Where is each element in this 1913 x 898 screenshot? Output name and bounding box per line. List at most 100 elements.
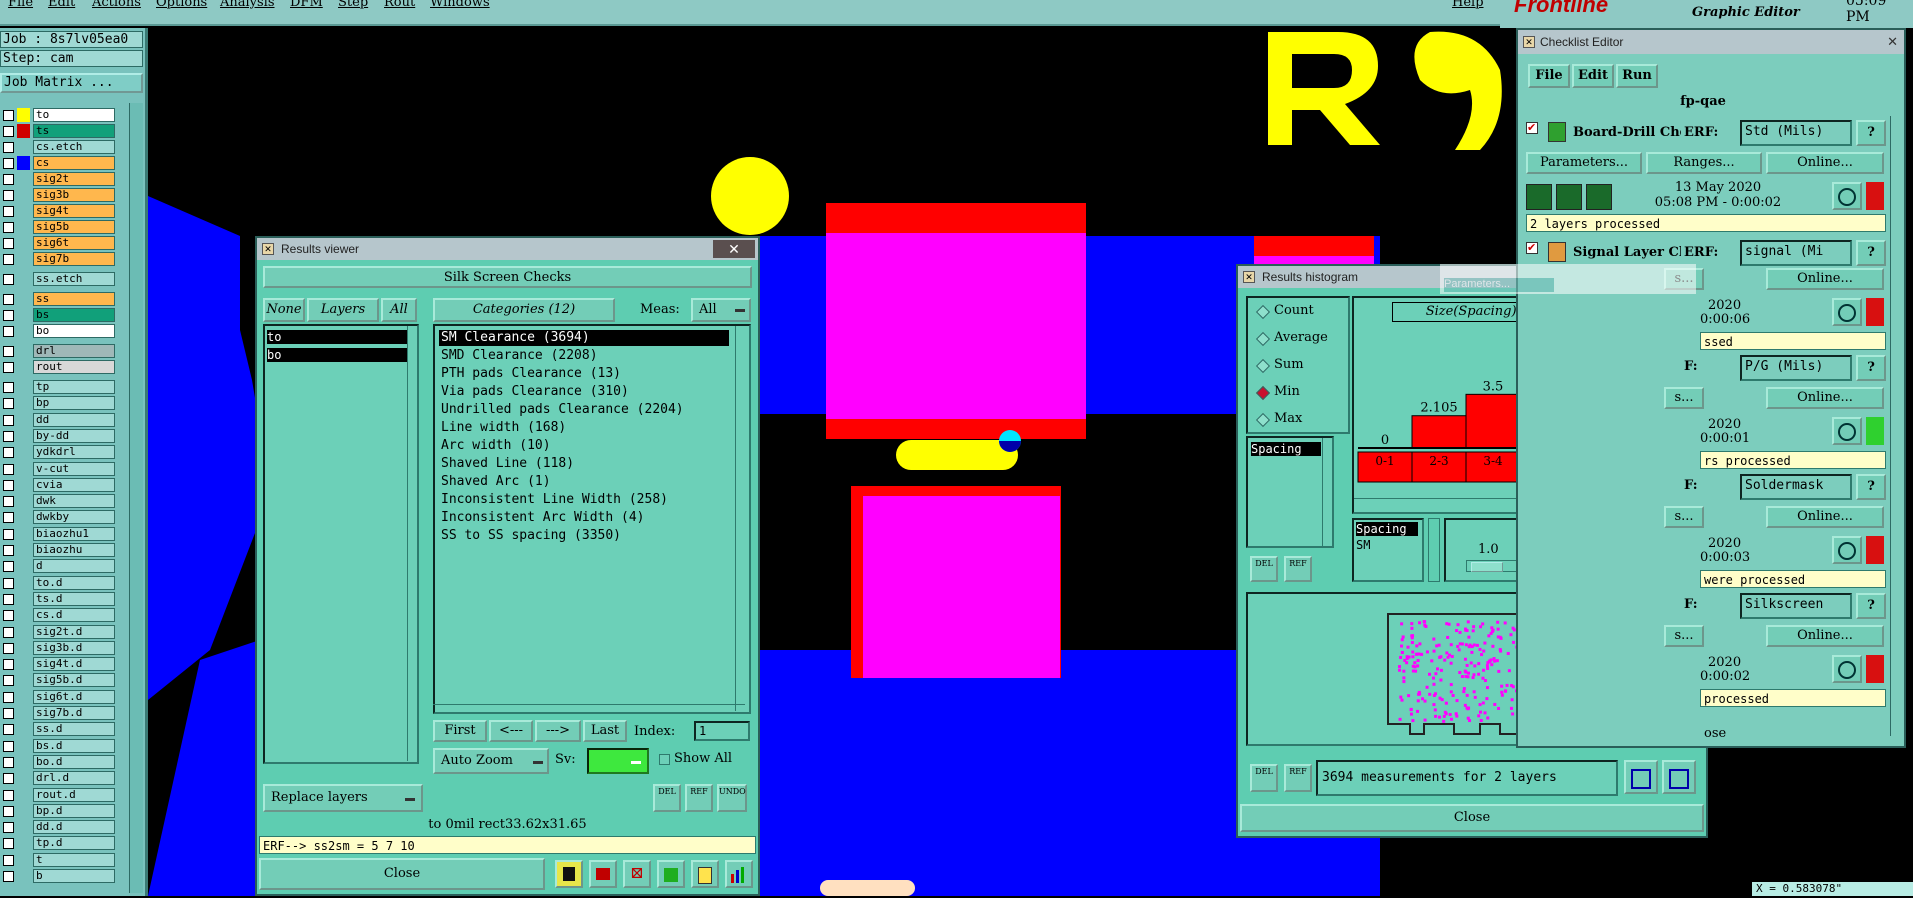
layer-checkbox[interactable]: [3, 142, 14, 153]
mode-option-min[interactable]: Min: [1252, 383, 1346, 403]
layer-item-to[interactable]: to: [267, 330, 407, 344]
layer-row[interactable]: sig2t: [0, 172, 118, 186]
category-item[interactable]: SMD Clearance (2208): [439, 348, 729, 364]
layer-item-bo[interactable]: bo: [267, 348, 407, 362]
layer-name[interactable]: dwk: [33, 494, 115, 509]
green-button[interactable]: [657, 860, 685, 888]
layer-row[interactable]: bo.d: [0, 754, 118, 769]
first-button[interactable]: First: [433, 720, 487, 742]
layer-row[interactable]: sig6t.d: [0, 689, 118, 704]
layer-checkbox[interactable]: [3, 740, 14, 752]
layer-row[interactable]: sig2t.d: [0, 624, 118, 639]
layer-row[interactable]: sig3b.d: [0, 640, 118, 655]
layer-color-swatch[interactable]: [17, 204, 30, 218]
results-viewer-titlebar[interactable]: Results viewer: [257, 238, 758, 260]
layer-checkbox[interactable]: [3, 362, 14, 373]
zoom-button[interactable]: [1832, 417, 1862, 445]
layer-row[interactable]: d: [0, 559, 118, 574]
zoom-button[interactable]: [1832, 536, 1862, 564]
layer-color-swatch[interactable]: [17, 272, 30, 286]
layer-checkbox[interactable]: [3, 294, 14, 305]
layer-name[interactable]: b: [33, 869, 115, 883]
layer-name[interactable]: cs.d: [33, 608, 115, 623]
layer-row[interactable]: sig3b: [0, 188, 118, 202]
layer-checkbox[interactable]: [3, 577, 14, 589]
layer-name[interactable]: ss: [33, 292, 115, 306]
job-matrix-button[interactable]: Job Matrix ...: [0, 73, 143, 93]
help-button[interactable]: ?: [1856, 474, 1886, 500]
layer-name[interactable]: bo: [33, 324, 115, 338]
check-erf[interactable]: Soldermask: [1740, 474, 1852, 500]
online-button-partial[interactable]: s...: [1664, 387, 1704, 409]
layer-checkbox[interactable]: [3, 822, 14, 834]
layer-name[interactable]: by-dd: [33, 428, 115, 443]
layer-color-swatch[interactable]: [17, 690, 30, 704]
layer-name[interactable]: tp.d: [33, 836, 115, 851]
online-button[interactable]: Online...: [1766, 268, 1884, 290]
layer-name[interactable]: drl: [33, 344, 115, 358]
run-all-icon[interactable]: [1556, 184, 1582, 210]
layer-checkbox[interactable]: [3, 174, 14, 185]
layer-row[interactable]: dwk: [0, 494, 118, 509]
layer-checkbox[interactable]: [3, 561, 14, 573]
layer-row[interactable]: ss.d: [0, 722, 118, 737]
layer-row[interactable]: sig5b: [0, 220, 118, 234]
category-item[interactable]: Arc width (10): [439, 438, 729, 454]
layer-checkbox[interactable]: [3, 346, 14, 357]
layer-color-swatch[interactable]: [17, 124, 30, 138]
checklist-titlebar[interactable]: Checklist Editor: [1518, 30, 1904, 54]
checklist-menu-edit[interactable]: Edit: [1572, 64, 1614, 88]
histogram-bar[interactable]: [1465, 393, 1521, 449]
layer-color-swatch[interactable]: [17, 220, 30, 234]
layer-color-swatch[interactable]: [17, 804, 30, 818]
mode-option-count[interactable]: Count: [1252, 302, 1346, 322]
categories-button[interactable]: Categories (12): [433, 298, 615, 322]
layer-checkbox[interactable]: [3, 254, 14, 265]
hist-del-button[interactable]: DEL: [1250, 556, 1278, 582]
layer-row[interactable]: to: [0, 108, 118, 122]
layer-color-swatch[interactable]: [17, 869, 30, 883]
none-button[interactable]: None: [263, 298, 305, 322]
layer-checkbox[interactable]: [3, 691, 14, 703]
category-item[interactable]: Undrilled pads Clearance (2204): [439, 402, 729, 418]
zoom-button[interactable]: [1832, 655, 1862, 683]
layer-row[interactable]: drl: [0, 344, 118, 358]
layer-checkbox[interactable]: [3, 838, 14, 850]
histogram-bar[interactable]: [1411, 415, 1467, 449]
layer-name[interactable]: sig7b.d: [33, 706, 115, 720]
layer-color-swatch[interactable]: [17, 771, 30, 785]
layer-name[interactable]: sig6t: [33, 236, 115, 250]
layer-row[interactable]: sig6t: [0, 236, 118, 250]
layer-color-swatch[interactable]: [17, 592, 30, 606]
hist-ref-button-2[interactable]: REF: [1284, 764, 1312, 792]
layer-color-swatch[interactable]: [17, 494, 30, 508]
layer-row[interactable]: sig4t.d: [0, 657, 118, 672]
layer-color-swatch[interactable]: [17, 140, 30, 154]
layer-color-swatch[interactable]: [17, 543, 30, 557]
online-button-partial[interactable]: s...: [1664, 625, 1704, 647]
layer-name[interactable]: sig5b: [33, 220, 115, 234]
layer-checkbox[interactable]: [3, 430, 14, 442]
layer-row[interactable]: tp: [0, 380, 118, 394]
signal-label[interactable]: Signal Layer Ch: [1573, 245, 1681, 260]
board-drill-checkbox[interactable]: ✔: [1526, 122, 1538, 134]
layer-row[interactable]: sig7b.d: [0, 706, 118, 720]
layer-name[interactable]: ts.d: [33, 591, 115, 606]
layer-row[interactable]: t: [0, 852, 118, 867]
layer-checkbox[interactable]: [3, 126, 14, 137]
meas-select[interactable]: All: [691, 298, 751, 322]
layer-checkbox[interactable]: [3, 610, 14, 622]
layer-row[interactable]: ss.etch: [0, 272, 118, 286]
layer-color-swatch[interactable]: [17, 252, 30, 266]
online-button[interactable]: Online...: [1766, 506, 1884, 528]
last-button[interactable]: Last: [583, 720, 627, 742]
layer-color-swatch[interactable]: [17, 706, 30, 720]
layer-color-swatch[interactable]: [17, 641, 30, 655]
category-item[interactable]: Shaved Line (118): [439, 456, 729, 472]
online-button[interactable]: Online...: [1766, 152, 1884, 174]
next-button[interactable]: --->: [535, 720, 581, 742]
category-item[interactable]: SS to SS spacing (3350): [439, 528, 729, 544]
layer-name[interactable]: sig4t: [33, 204, 115, 218]
ranges-button[interactable]: Ranges...: [1646, 152, 1762, 174]
layer-color-swatch[interactable]: [17, 527, 30, 541]
